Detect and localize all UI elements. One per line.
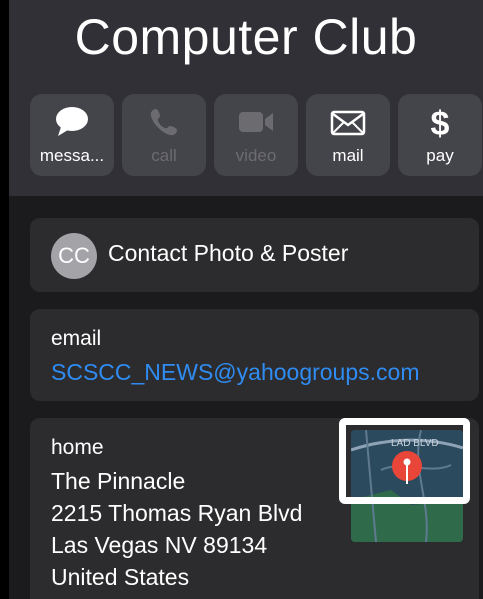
call-button-label: call <box>151 146 177 165</box>
mail-button-label: mail <box>332 146 364 165</box>
video-camera-icon <box>214 106 298 138</box>
email-card: email SCSCC_NEWS@yahoogroups.com <box>30 309 479 401</box>
message-bubble-icon <box>30 106 114 138</box>
pay-button-label: pay <box>426 146 454 165</box>
address-label: home <box>51 436 104 459</box>
svg-text:$: $ <box>431 106 450 140</box>
contact-screen: Computer Club messa... call video mail $… <box>9 0 483 599</box>
phone-icon <box>122 106 206 138</box>
video-button-label: video <box>235 146 277 165</box>
call-button[interactable]: call <box>122 94 206 176</box>
avatar: CC <box>51 233 97 279</box>
contact-name: Computer Club <box>74 9 418 65</box>
address-line: 2215 Thomas Ryan Blvd <box>51 500 303 526</box>
message-button-label: messa... <box>39 146 105 165</box>
contact-header: Computer Club messa... call video mail $… <box>9 0 483 196</box>
pay-button[interactable]: $ pay <box>398 94 482 176</box>
address-line: Las Vegas NV 89134 <box>51 532 268 558</box>
mail-button[interactable]: mail <box>306 94 390 176</box>
address-line: The Pinnacle <box>51 468 186 494</box>
action-buttons: messa... call video mail $ pay <box>30 94 483 176</box>
map-highlight-box <box>339 418 470 504</box>
address-line: United States <box>51 564 190 590</box>
video-button[interactable]: video <box>214 94 298 176</box>
email-link[interactable]: SCSCC_NEWS@yahoogroups.com <box>51 359 419 386</box>
contact-photo-card[interactable]: CC Contact Photo & Poster <box>30 218 479 292</box>
email-label: email <box>51 327 102 350</box>
message-button[interactable]: messa... <box>30 94 114 176</box>
dollar-icon: $ <box>398 105 482 143</box>
envelope-icon <box>306 106 390 138</box>
contact-photo-label: Contact Photo & Poster <box>108 240 349 266</box>
